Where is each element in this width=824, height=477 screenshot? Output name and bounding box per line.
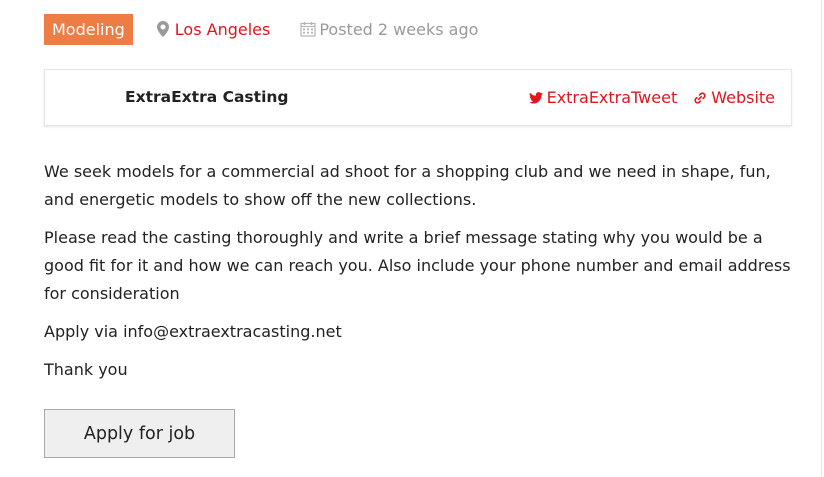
- map-marker-icon: [156, 21, 169, 37]
- sidebar-divider: [821, 0, 822, 477]
- company-logo: [45, 70, 115, 127]
- apply-for-job-button[interactable]: Apply for job: [44, 409, 235, 458]
- twitter-icon: [528, 91, 543, 104]
- company-name: ExtraExtra Casting: [125, 88, 289, 106]
- posted-date: Posted 2 weeks ago: [300, 20, 478, 39]
- website-label: Website: [711, 88, 775, 107]
- website-link[interactable]: Website: [693, 88, 775, 107]
- link-icon: [694, 91, 706, 104]
- job-category-badge[interactable]: Modeling: [44, 13, 133, 45]
- job-location[interactable]: Los Angeles: [156, 19, 271, 39]
- twitter-link[interactable]: ExtraExtraTweet: [528, 88, 678, 107]
- location-label: Los Angeles: [174, 19, 271, 39]
- description-paragraph: Apply via info@extraextracasting.net: [44, 322, 342, 341]
- job-meta-row: Modeling Los Angeles Posted 2 weeks ago: [44, 13, 478, 45]
- job-description: We seek models for a commercial ad shoot…: [44, 158, 794, 394]
- twitter-handle: ExtraExtraTweet: [546, 88, 678, 107]
- calendar-icon: [300, 22, 316, 37]
- description-paragraph: Please read the casting thoroughly and w…: [44, 228, 791, 303]
- description-paragraph: We seek models for a commercial ad shoot…: [44, 162, 771, 209]
- description-paragraph: Thank you: [44, 360, 128, 379]
- company-links: ExtraExtraTweet Website: [528, 88, 775, 107]
- posted-label: Posted 2 weeks ago: [319, 19, 479, 39]
- company-card: ExtraExtra Casting ExtraExtraTweet Websi…: [44, 69, 792, 126]
